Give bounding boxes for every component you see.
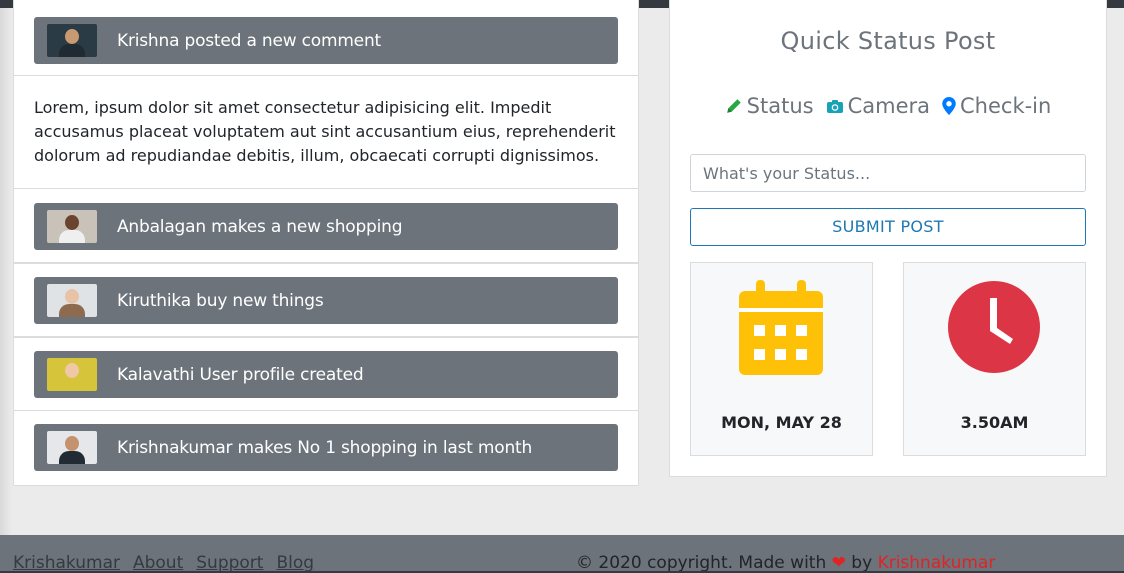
feed-card: Kalavathi User profile created	[13, 337, 639, 411]
feed-card: Kiruthika buy new things	[13, 263, 639, 337]
feed-card: Anbalagan makes a new shopping	[13, 188, 639, 263]
footer-links: Krishakumar About Support Blog	[13, 553, 314, 573]
feed-item[interactable]: Kiruthika buy new things	[34, 277, 618, 324]
footer-link-blog[interactable]: Blog	[276, 553, 314, 573]
feed-item-text: Kalavathi User profile created	[117, 364, 364, 385]
feed-item-text: Krishna posted a new comment	[117, 30, 381, 51]
copyright-prefix: © 2020 copyright. Made with	[576, 553, 827, 573]
comment-text: Lorem, ipsum dolor sit amet consectetur …	[34, 98, 616, 165]
footer-link-home[interactable]: Krishakumar	[13, 553, 120, 573]
date-tile: MON, MAY 28	[690, 262, 873, 456]
feed-card: Krishnakumar makes No 1 shopping in last…	[13, 410, 639, 486]
copyright-text: © 2020 copyright. Made with ❤ by Krishna…	[576, 553, 995, 573]
avatar	[47, 210, 97, 243]
tab-status-label: Status	[746, 94, 814, 118]
feed-item-text: Krishnakumar makes No 1 shopping in last…	[117, 437, 533, 458]
footer-link-support[interactable]: Support	[196, 553, 263, 573]
avatar	[47, 284, 97, 317]
page-edge-shadow	[0, 0, 12, 573]
date-label: MON, MAY 28	[721, 413, 842, 432]
tab-check-in-label: Check-in	[960, 94, 1052, 118]
feed-card: Krishna posted a new comment	[13, 0, 639, 76]
time-tile: 3.50AM	[903, 262, 1086, 456]
quick-status-title: Quick Status Post	[780, 27, 996, 55]
feed-item[interactable]: Kalavathi User profile created	[34, 351, 618, 398]
calendar-icon	[739, 280, 823, 375]
tab-status[interactable]: Status	[725, 94, 814, 118]
time-label: 3.50AM	[960, 413, 1029, 432]
comment-card: Lorem, ipsum dolor sit amet consectetur …	[13, 75, 639, 189]
tab-camera[interactable]: Camera	[826, 94, 930, 118]
tab-camera-label: Camera	[847, 94, 930, 118]
feed-item[interactable]: Krishnakumar makes No 1 shopping in last…	[34, 424, 618, 471]
author-link[interactable]: Krishnakumar	[878, 553, 996, 573]
feed-item-text: Anbalagan makes a new shopping	[117, 216, 403, 237]
copyright-by: by	[851, 553, 873, 573]
avatar	[47, 24, 97, 57]
submit-post-button[interactable]: SUBMIT POST	[690, 208, 1086, 246]
clock-icon	[948, 281, 1040, 373]
footer: Krishakumar About Support Blog © 2020 co…	[0, 535, 1124, 573]
status-input[interactable]	[690, 154, 1086, 192]
quick-status-card: Quick Status Post Status Camera Check-in…	[669, 0, 1107, 477]
map-marker-icon	[942, 97, 956, 115]
camera-icon	[826, 100, 843, 113]
avatar	[47, 431, 97, 464]
feed-item-text: Kiruthika buy new things	[117, 290, 324, 311]
footer-link-about[interactable]: About	[133, 553, 183, 573]
feed-item[interactable]: Anbalagan makes a new shopping	[34, 203, 618, 250]
feed-item[interactable]: Krishna posted a new comment	[34, 17, 618, 64]
avatar	[47, 358, 97, 391]
status-tabs: Status Camera Check-in	[670, 94, 1106, 118]
pencil-icon	[726, 99, 741, 113]
heart-icon: ❤	[831, 553, 846, 573]
tab-check-in[interactable]: Check-in	[942, 94, 1051, 118]
